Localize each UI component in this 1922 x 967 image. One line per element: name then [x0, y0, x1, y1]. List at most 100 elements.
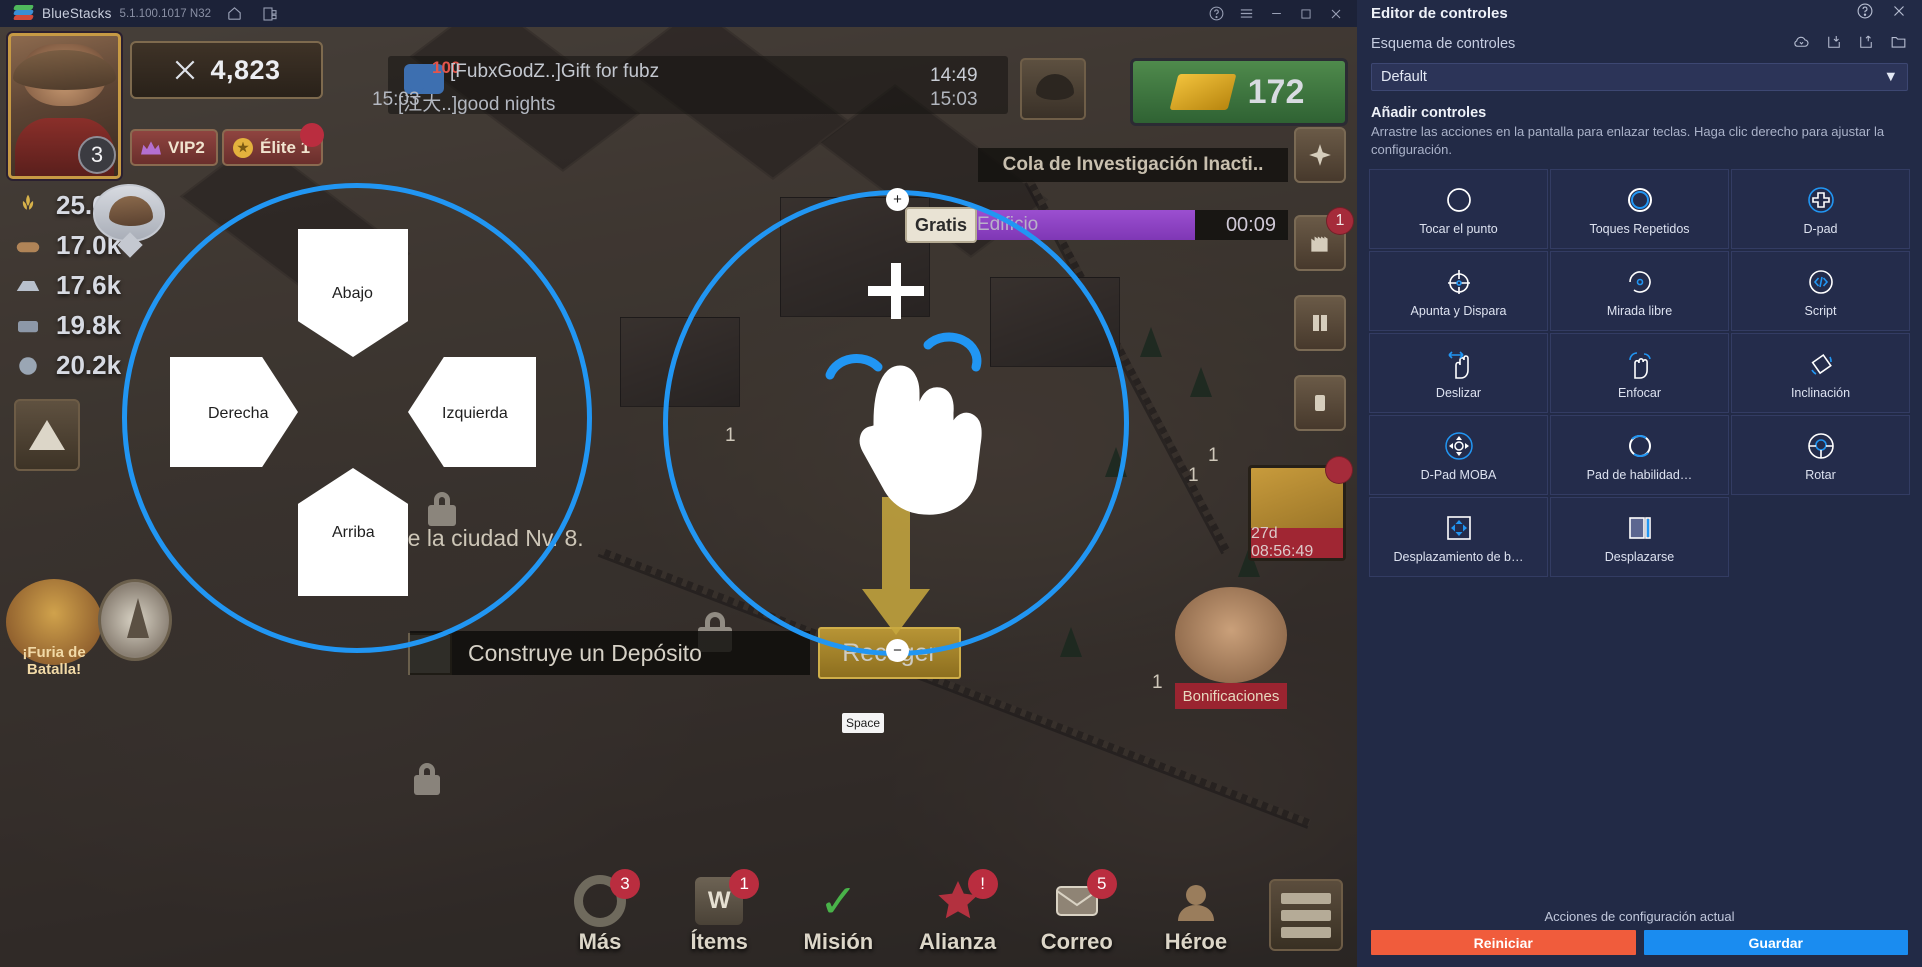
dpad-label-up: Arriba [332, 524, 375, 541]
resource-value-stone: 17.6k [56, 270, 122, 300]
app-name: BlueStacks [42, 6, 112, 21]
emulator-window: BlueStacks 5.1.100.1017 N32 3 4,823 VIP2… [0, 0, 1357, 967]
sheriff-portrait-button[interactable] [1020, 58, 1086, 120]
side-menu-button[interactable] [1269, 879, 1343, 951]
nav-badge-correo: 5 [1086, 869, 1117, 899]
control-tile-skill-pad[interactable]: Pad de habilidad… [1550, 415, 1729, 496]
dpad-label-right: Derecha [208, 405, 269, 422]
control-label-tilt: Inclinación [1790, 385, 1851, 400]
control-tile-rotate[interactable]: Rotar [1731, 415, 1910, 496]
control-tile-repeat-tap[interactable]: Toques Repetidos [1550, 169, 1729, 250]
multi-instance-icon[interactable] [257, 3, 283, 25]
nav-item-mision[interactable]: ✓ Misión [786, 873, 890, 955]
construct-banner-label: Construye un Depósito [468, 639, 702, 666]
swords-icon [176, 60, 195, 80]
crosshair-icon [868, 263, 924, 319]
construct-banner[interactable]: Construye un Depósito [410, 631, 810, 675]
nav-item-heroe[interactable]: Héroe [1144, 873, 1248, 955]
control-label-scroll-pan: Desplazamiento de b… [1393, 549, 1524, 564]
chat-message-1: [FubxGodZ..]Gift for fubz [450, 61, 660, 82]
hamburger-menu-icon[interactable] [1231, 3, 1261, 25]
nav-badge-items: 1 [729, 869, 760, 899]
control-label-script: Script [1804, 303, 1837, 318]
home-icon[interactable] [221, 3, 247, 25]
close-icon[interactable] [1890, 2, 1908, 25]
battle-fury-button[interactable]: ¡Furia de Batalla! [6, 579, 102, 683]
chat-message-2: [江大..]good nights [398, 94, 556, 115]
minimize-icon[interactable] [1261, 3, 1291, 25]
scheme-selected-value: Default [1381, 69, 1427, 85]
scroll-minus-button[interactable]: − [886, 639, 909, 662]
rail-button-book[interactable] [1294, 295, 1346, 351]
nav-item-items[interactable]: W Ítems 1 [667, 869, 771, 955]
player-avatar[interactable]: 3 [8, 33, 121, 179]
footer-label: Acciones de configuración actual [1544, 909, 1735, 924]
research-queue-title[interactable]: Cola de Investigación Inacti.. [978, 148, 1288, 182]
control-tile-free-look[interactable]: Mirada libre [1550, 251, 1729, 332]
nav-label-correo: Correo [1040, 929, 1113, 954]
control-tile-dpad[interactable]: D-pad [1731, 169, 1910, 250]
control-label-tap-point: Tocar el punto [1419, 221, 1498, 236]
gift-timer: 27d 08:56:49 [1251, 525, 1343, 560]
control-tile-scrollbar[interactable]: Desplazarse [1550, 497, 1729, 578]
notification-dot[interactable] [300, 123, 324, 147]
maximize-icon[interactable] [1291, 3, 1321, 25]
nav-item-correo[interactable]: Correo 5 [1025, 869, 1129, 955]
controls-grid: Tocar el punto Toques Repetidos D-pad Ap… [1357, 169, 1922, 578]
wheat-icon [22, 194, 34, 217]
bonus-button[interactable]: Bonificaciones [1175, 587, 1287, 709]
game-viewport[interactable]: 3 4,823 VIP2 Élite 1 25.6k 17.0k 17.6k 1… [0, 27, 1357, 967]
rail-button-scroll[interactable] [1294, 375, 1346, 431]
rail-button-teleport[interactable] [1294, 127, 1346, 183]
aim-shoot-icon [1443, 265, 1475, 299]
import-icon[interactable] [1825, 33, 1843, 56]
gift-chest-button[interactable]: 27d 08:56:49 [1248, 456, 1353, 561]
panel-title: Editor de controles [1371, 5, 1508, 22]
chat-banner[interactable]: 100 [FubxGodZ..]Gift for fubz [江大..]good… [388, 56, 1008, 115]
control-tile-swipe[interactable]: Deslizar [1369, 333, 1548, 414]
reset-button[interactable]: Reiniciar [1371, 930, 1636, 955]
help-icon[interactable] [1201, 3, 1231, 25]
save-button[interactable]: Guardar [1643, 930, 1908, 955]
panel-footer: Acciones de configuración actual Reinici… [1357, 901, 1922, 967]
sheriff-star-icon [233, 137, 253, 158]
rotate-icon [1805, 429, 1837, 463]
scroll-plus-button[interactable]: + [886, 188, 909, 211]
close-icon[interactable] [1321, 3, 1351, 25]
export-icon[interactable] [1857, 33, 1875, 56]
scrollbar-icon [1624, 511, 1656, 545]
scheme-select[interactable]: Default ▼ [1371, 63, 1908, 91]
control-tile-tap-point[interactable]: Tocar el punto [1369, 169, 1548, 250]
nav-label-heroe: Héroe [1164, 929, 1228, 954]
dpad-icon [1806, 183, 1836, 217]
controls-editor-panel: Editor de controles Esquema de controles [1357, 0, 1922, 967]
folder-icon[interactable] [1889, 32, 1908, 56]
research-queue-title-text: Cola de Investigación Inacti.. [1002, 154, 1264, 175]
march-up-button[interactable] [14, 399, 80, 471]
lock-icon-b [414, 763, 440, 795]
control-tile-tilt[interactable]: Inclinación [1731, 333, 1910, 414]
cloud-sync-icon[interactable] [1792, 32, 1811, 56]
nav-label-alianza: Alianza [919, 929, 997, 954]
gold-display[interactable]: 172 [1130, 58, 1348, 126]
nav-label-items: Ítems [690, 929, 748, 954]
window-titlebar: BlueStacks 5.1.100.1017 N32 [0, 0, 1357, 27]
compass-button[interactable] [98, 579, 172, 661]
swipe-icon [1443, 347, 1475, 381]
control-tile-script[interactable]: Script [1731, 251, 1910, 332]
control-label-dpad-moba: D-Pad MOBA [1420, 467, 1497, 482]
nav-item-mas[interactable]: Más 3 [548, 869, 652, 955]
rail-button-city[interactable]: 1 [1294, 207, 1354, 271]
control-tile-scroll-pan[interactable]: Desplazamiento de b… [1369, 497, 1548, 578]
gold-value: 172 [1247, 72, 1305, 111]
nav-item-alianza[interactable]: Alianza ! [906, 869, 1010, 955]
vip-badge[interactable]: VIP2 [130, 129, 218, 166]
gift-badge [1325, 456, 1353, 484]
power-display[interactable]: 4,823 [130, 41, 323, 99]
control-tile-dpad-moba[interactable]: D-Pad MOBA [1369, 415, 1548, 496]
control-tile-aim-shoot[interactable]: Apunta y Dispara [1369, 251, 1548, 332]
vip-label: VIP2 [168, 137, 205, 157]
help-circle-icon[interactable] [1856, 2, 1874, 25]
add-controls-title: Añadir controles [1371, 105, 1487, 121]
control-tile-focus[interactable]: Enfocar [1550, 333, 1729, 414]
